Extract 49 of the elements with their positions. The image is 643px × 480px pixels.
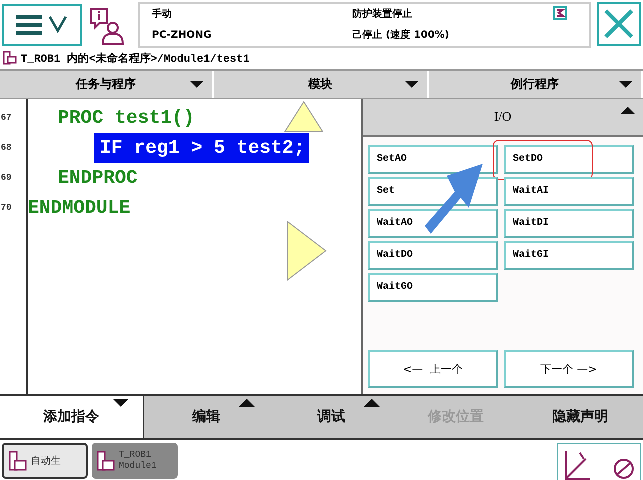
operating-mode: 手动 (152, 8, 173, 22)
caret-icon (190, 81, 204, 88)
caret-icon (113, 399, 130, 408)
task-label: T_ROB1 (119, 450, 152, 461)
caret-icon (404, 81, 419, 88)
controller-name: PC-ZHONG (152, 30, 213, 41)
menu-icon (16, 13, 68, 37)
caret-icon (364, 399, 380, 408)
coordinate-axes-icon (562, 449, 592, 480)
close-button[interactable] (597, 2, 641, 46)
instruction-button[interactable]: WaitGO (368, 273, 498, 302)
caret-icon (618, 81, 633, 88)
dropdown-menu[interactable]: 例行程序 (428, 71, 643, 98)
task-label: 自动生 (31, 456, 61, 466)
line-number: 69 (0, 172, 13, 186)
code-line[interactable]: PROC test1() (58, 103, 361, 134)
scroll-right-icon[interactable] (287, 221, 327, 282)
line-number: 68 (0, 142, 13, 156)
quickset-button[interactable] (557, 443, 641, 480)
task-button[interactable]: T_ROB1 Module1 (92, 443, 178, 479)
user-info-icon[interactable] (89, 6, 125, 46)
panel-title: I/O (494, 109, 512, 126)
instruction-button[interactable]: WaitDI (504, 209, 634, 238)
program-icon (97, 451, 115, 471)
instruction-button[interactable]: WaitAI (504, 177, 634, 206)
run-status: 己停止 (速度 100%) (352, 28, 450, 42)
instruction-button[interactable]: WaitGI (504, 241, 634, 270)
command-tab[interactable]: 添加指令 (0, 396, 144, 438)
caret-icon (239, 399, 256, 408)
previous-button[interactable]: <— 上一个 (368, 350, 498, 388)
safety-status: 防护装置停止 (352, 7, 414, 22)
close-icon (602, 7, 636, 41)
instruction-button[interactable]: WaitDO (368, 241, 498, 270)
program-icon (3, 51, 17, 66)
instruction-button[interactable]: SetAO (368, 145, 498, 174)
line-number: 70 (0, 202, 13, 216)
program-path: T_ROB1 内的<未命名程序>/Module1/test1 (21, 52, 250, 66)
collapse-icon[interactable] (621, 107, 635, 114)
instruction-button[interactable]: WaitAO (368, 209, 498, 238)
code-line[interactable]: ENDPROC (58, 163, 361, 194)
main-menu-button[interactable] (2, 4, 82, 46)
instruction-button[interactable]: SetDO (504, 145, 634, 174)
code-line[interactable]: ENDMODULE (28, 193, 361, 224)
program-icon (9, 451, 27, 471)
event-log-icon[interactable] (553, 6, 567, 20)
task-label: Module1 (119, 461, 157, 472)
task-button[interactable]: 自动生 (2, 443, 88, 479)
next-button[interactable]: 下一个 —> (504, 350, 634, 388)
line-number: 67 (0, 112, 13, 126)
